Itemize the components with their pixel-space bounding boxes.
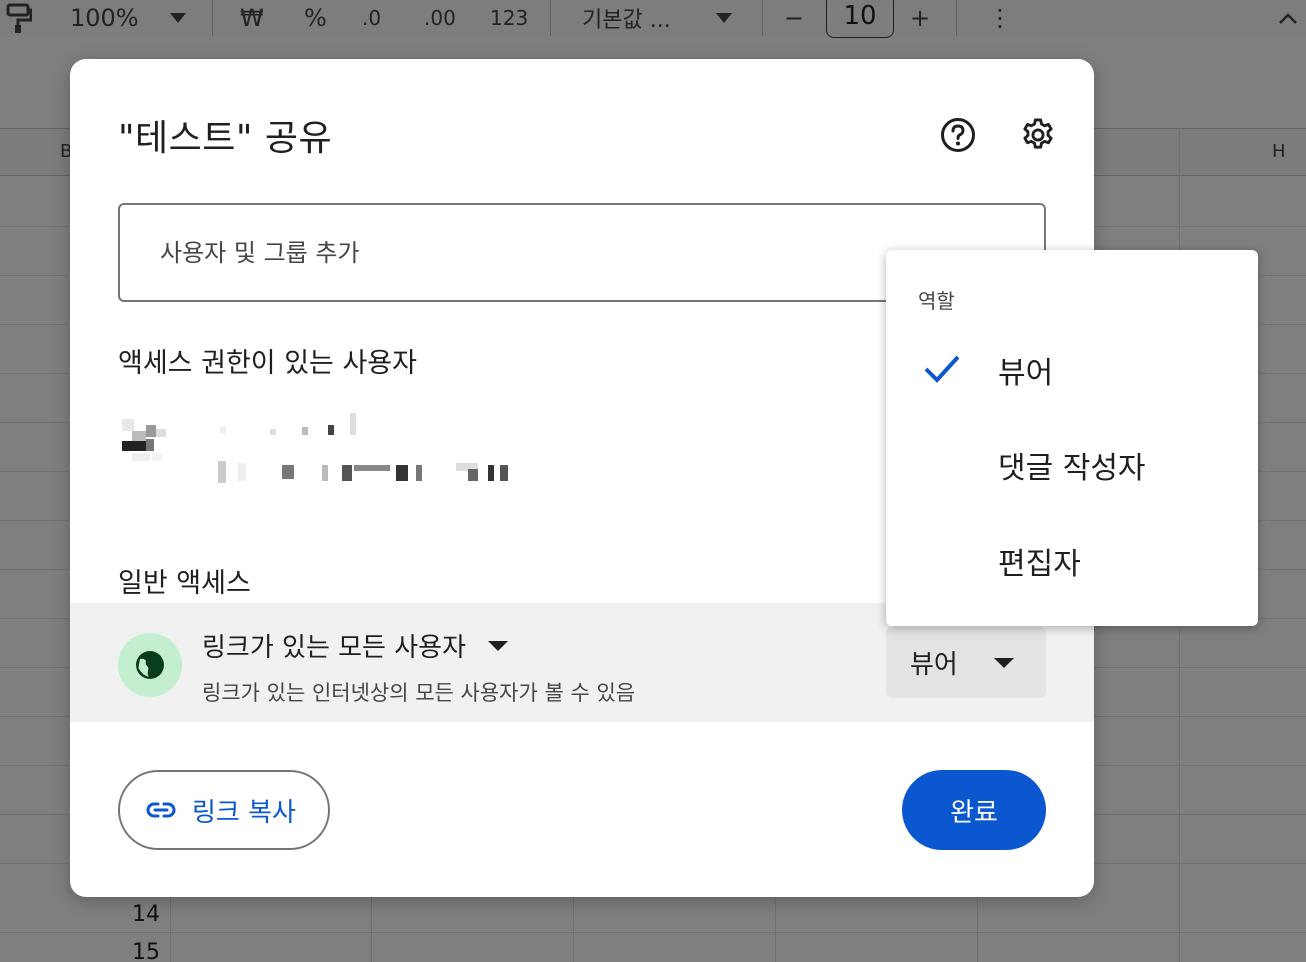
settings-button[interactable] xyxy=(1014,111,1062,159)
role-option-viewer[interactable]: 뷰어 xyxy=(886,325,1258,415)
chevron-down-icon xyxy=(488,640,508,651)
role-option-label: 댓글 작성자 xyxy=(998,451,1146,486)
chevron-down-icon xyxy=(993,657,1014,668)
user-avatar xyxy=(122,409,182,469)
link-icon xyxy=(146,802,176,818)
role-option-label: 편집자 xyxy=(998,547,1081,582)
gear-icon xyxy=(1023,118,1053,149)
role-option-editor[interactable]: 편집자 xyxy=(886,516,1258,606)
role-menu-heading: 역할 xyxy=(918,289,955,313)
help-button[interactable] xyxy=(934,111,982,159)
role-menu: 역할 뷰어 댓글 작성자 편집자 xyxy=(886,250,1258,626)
copy-link-label: 링크 복사 xyxy=(192,797,296,828)
general-access-scope-select[interactable]: 링크가 있는 모든 사용자 xyxy=(202,627,508,664)
globe-icon xyxy=(118,633,182,697)
people-with-access-heading: 액세스 권한이 있는 사용자 xyxy=(118,348,417,379)
general-access-role-label: 뷰어 xyxy=(910,650,958,680)
general-access-heading: 일반 액세스 xyxy=(118,568,251,599)
dialog-title: "테스트" 공유 xyxy=(118,118,333,159)
help-icon xyxy=(941,118,975,152)
role-option-label: 뷰어 xyxy=(998,356,1054,391)
role-option-commenter[interactable]: 댓글 작성자 xyxy=(886,420,1258,510)
done-button[interactable]: 완료 xyxy=(902,770,1046,850)
copy-link-button[interactable]: 링크 복사 xyxy=(118,770,330,850)
general-access-role-select[interactable]: 뷰어 xyxy=(886,627,1046,698)
general-access-description: 링크가 있는 인터넷상의 모든 사용자가 볼 수 있음 xyxy=(202,681,636,705)
checkmark-icon xyxy=(924,355,960,383)
general-access-scope-label: 링크가 있는 모든 사용자 xyxy=(202,633,466,663)
